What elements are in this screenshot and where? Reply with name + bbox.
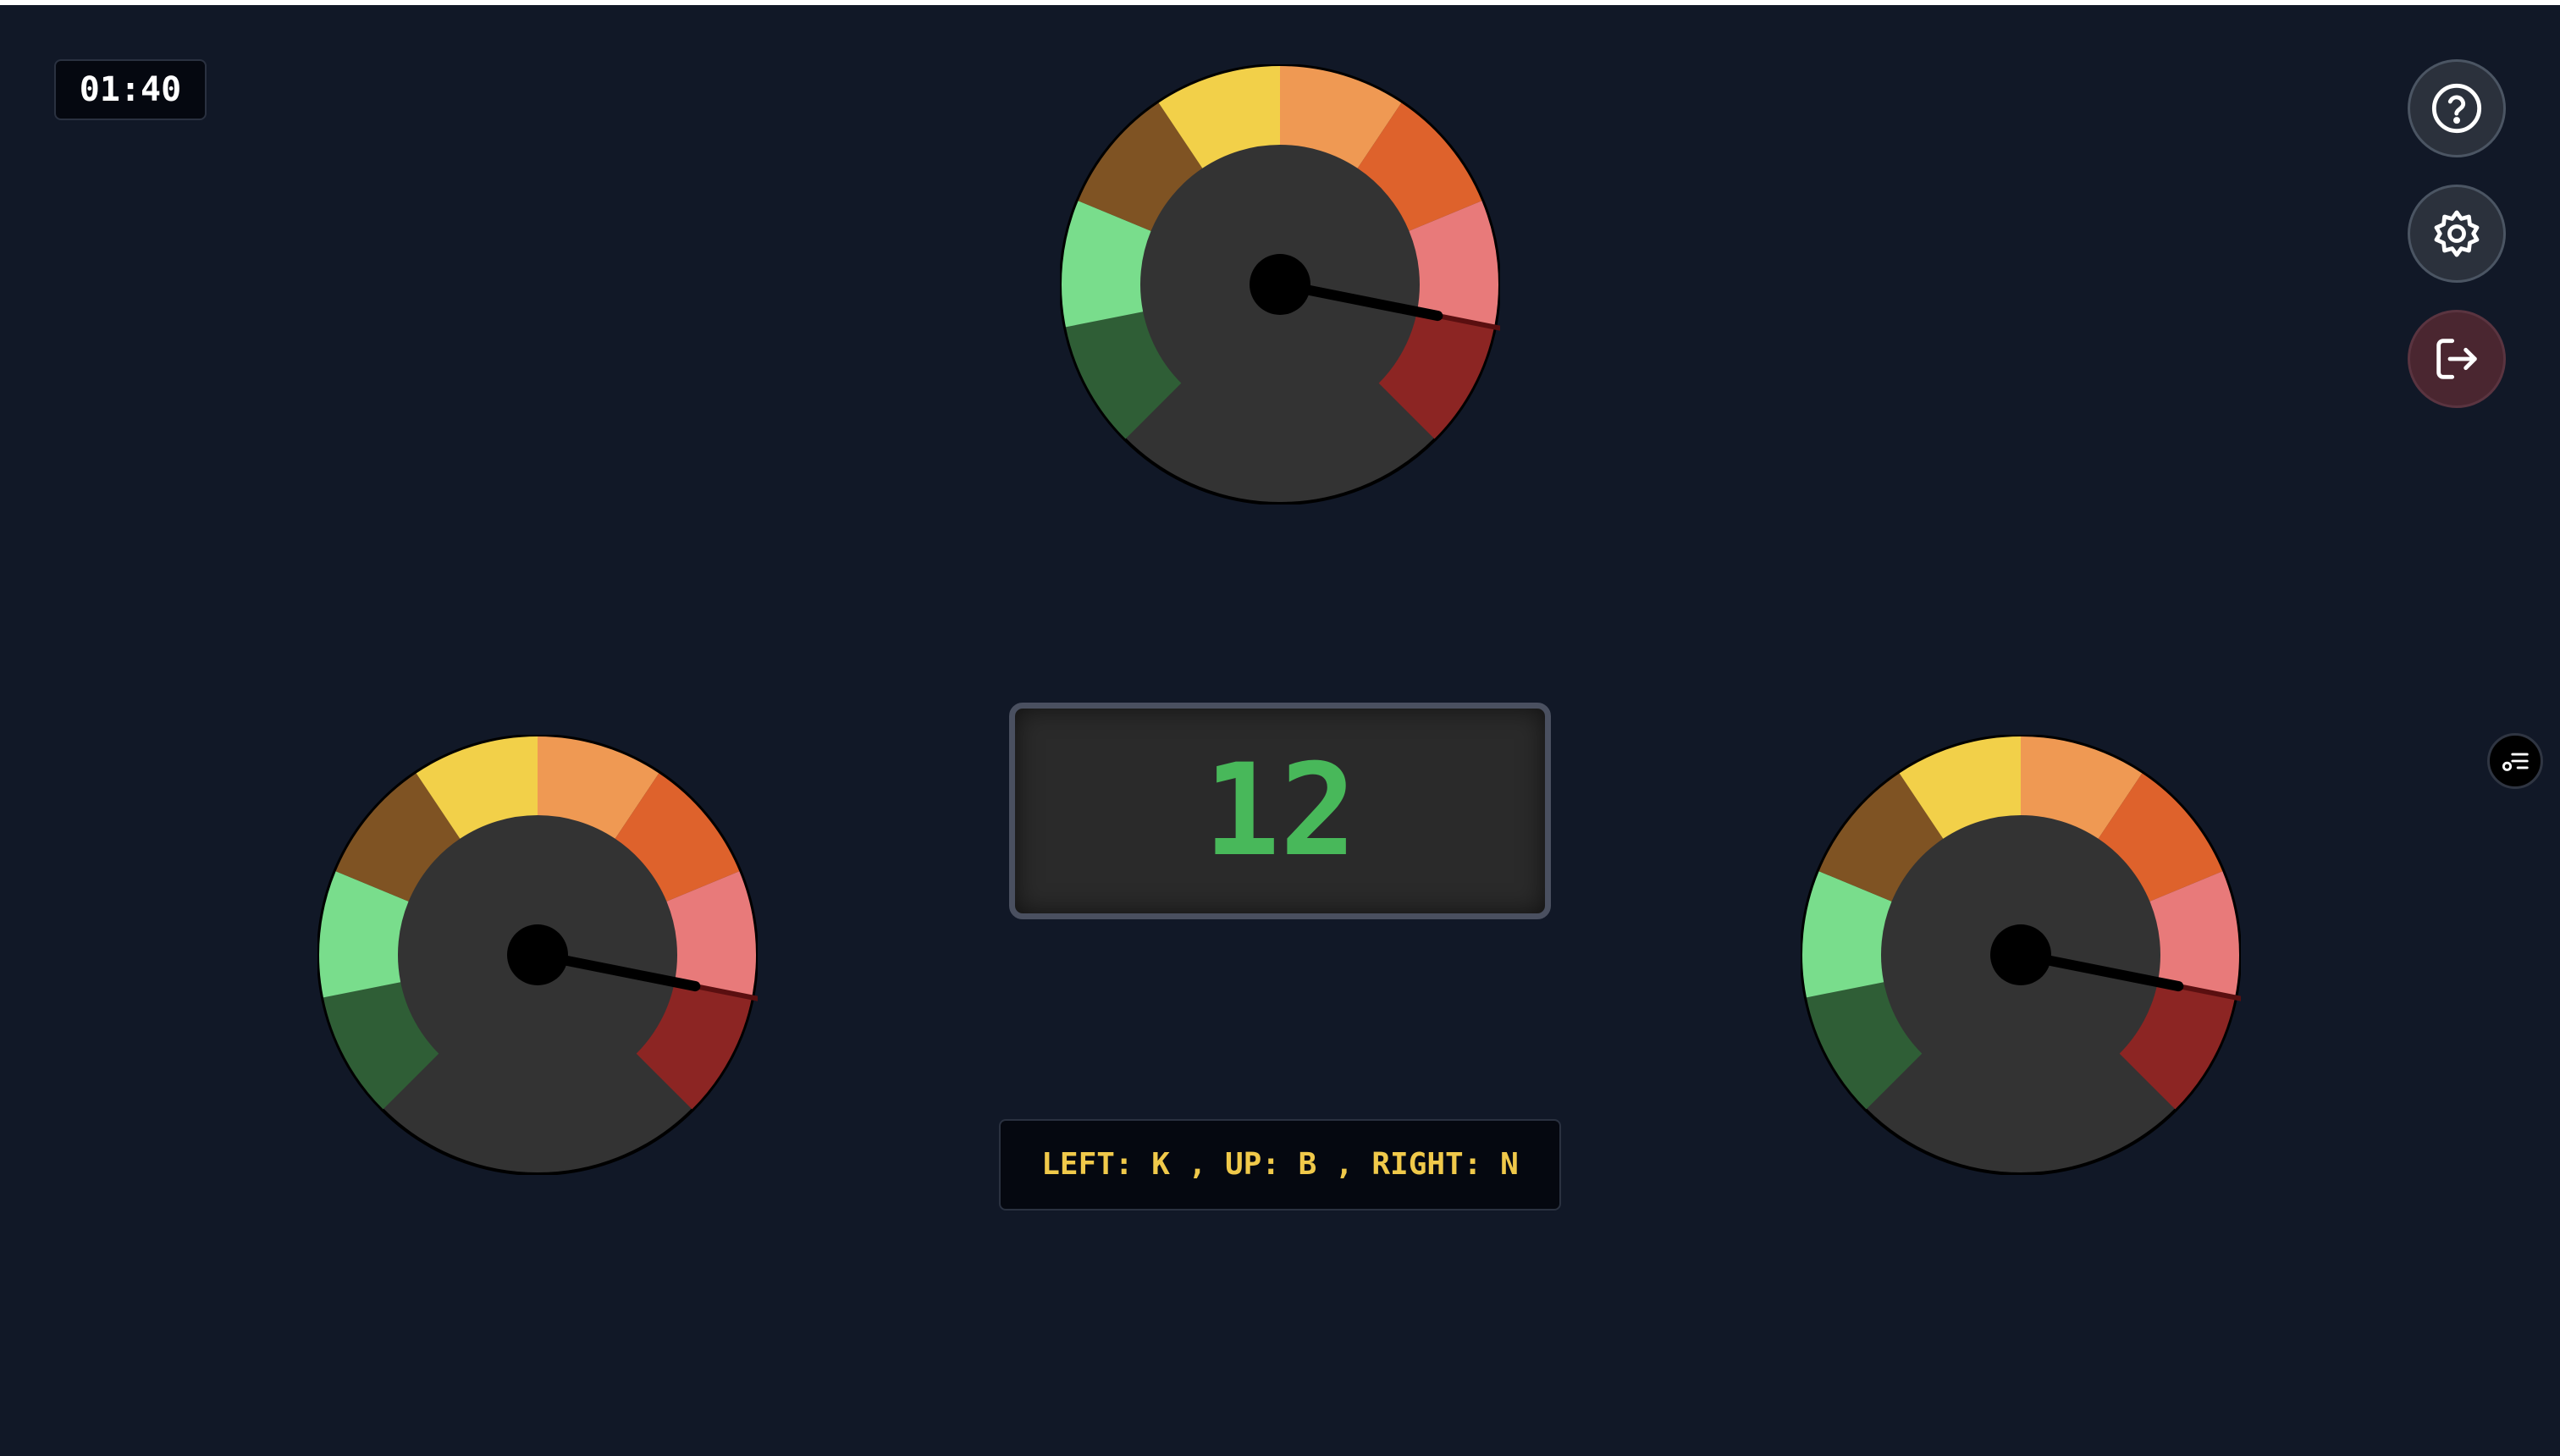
help-button[interactable]	[2408, 59, 2506, 157]
countdown-timer: 01:40	[54, 59, 207, 120]
gauge-dial	[317, 735, 758, 1175]
gauge-right	[1801, 735, 2241, 1175]
score-value: 12	[1203, 737, 1357, 885]
options-toggle-button[interactable]	[2487, 733, 2543, 789]
settings-button[interactable]	[2408, 185, 2506, 283]
score-display: 12	[1009, 703, 1551, 919]
question-circle-icon	[2431, 83, 2482, 134]
gauge-hub	[1250, 254, 1310, 315]
gauge-hub	[1990, 924, 2051, 985]
gauge-dial	[1060, 64, 1500, 505]
gear-icon	[2434, 210, 2480, 257]
exit-button[interactable]	[2408, 310, 2506, 408]
top-strip	[0, 0, 2560, 5]
key-bindings: LEFT: K , UP: B , RIGHT: N	[999, 1119, 1561, 1211]
logout-icon	[2436, 339, 2477, 379]
gauge-up	[1060, 64, 1500, 505]
gauge-hub	[507, 924, 568, 985]
gauge-left	[317, 735, 758, 1175]
list-settings-icon	[2502, 753, 2529, 771]
gauge-dial	[1801, 735, 2241, 1175]
